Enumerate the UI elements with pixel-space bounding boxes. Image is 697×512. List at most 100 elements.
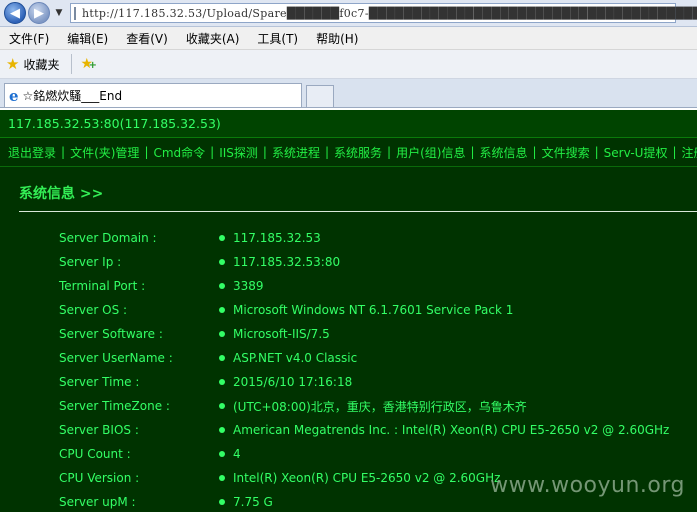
favorites-button[interactable]: 收藏夹 — [23, 56, 59, 73]
nav-services[interactable]: 系统服务 — [334, 144, 382, 161]
row-label: Server UserName : — [59, 351, 173, 365]
row-label: Server Software : — [59, 327, 163, 341]
menu-view[interactable]: 查看(V) — [117, 30, 177, 47]
bullet-icon — [219, 259, 225, 265]
row-value: ASP.NET v4.0 Classic — [233, 351, 358, 365]
nav-links: 退出登录 | 文件(夹)管理 | Cmd命令 | IIS探测 | 系统进程 | 系统服务 |… — [0, 138, 697, 167]
row-value: Microsoft Windows NT 6.1.7601 Service Pa… — [233, 303, 514, 317]
row-label: Server Time : — [59, 375, 140, 389]
nav-separator: | — [594, 145, 599, 159]
nav-separator: | — [144, 145, 149, 159]
bullet-icon — [219, 283, 225, 289]
back-button[interactable]: ◀ — [4, 2, 26, 24]
bullet-icon — [219, 499, 225, 505]
nav-separator: | — [210, 145, 215, 159]
browser-window: ◀ ▶ ▼ http://117.185.32.53/Upload/Spare█… — [0, 0, 697, 512]
page-icon — [74, 6, 76, 20]
bullet-icon — [219, 379, 225, 385]
favorites-bar: ★ 收藏夹 ★ — [0, 50, 697, 79]
bullet-icon — [219, 355, 225, 361]
favorites-star-icon[interactable]: ★ — [6, 55, 19, 73]
row-label: CPU Count : — [59, 447, 131, 461]
host-header: 117.185.32.53:80(117.185.32.53) — [0, 110, 697, 138]
url-text: http://117.185.32.53/Upload/Spare██████f… — [82, 6, 697, 20]
row-label: Terminal Port : — [59, 279, 146, 293]
nav-separator: | — [470, 145, 475, 159]
nav-separator: | — [387, 145, 392, 159]
table-row: Server Ip : 117.185.32.53:80 — [0, 250, 697, 274]
nav-file-search[interactable]: 文件搜索 — [542, 144, 590, 161]
row-value: 117.185.32.53:80 — [233, 255, 341, 269]
bullet-icon — [219, 235, 225, 241]
menu-favorites[interactable]: 收藏夹(A) — [177, 30, 249, 47]
section-title: 系统信息 >> — [19, 186, 104, 202]
nav-servu[interactable]: Serv-U提权 — [604, 144, 668, 161]
nav-system-info[interactable]: 系统信息 — [480, 144, 528, 161]
nav-separator: | — [324, 145, 330, 159]
table-row: Terminal Port : 3389 — [0, 274, 697, 298]
bullet-icon — [219, 451, 225, 457]
row-label: Server OS : — [59, 303, 128, 317]
bullet-icon — [219, 475, 225, 481]
tab-title: ☆銘燃炊騷___End — [22, 89, 123, 103]
nav-separator: | — [262, 145, 267, 159]
nav-logout[interactable]: 退出登录 — [8, 144, 56, 161]
add-favorite-icon[interactable]: ★ — [80, 56, 96, 72]
info-table: Server Domain : 117.185.32.53 Server Ip … — [0, 226, 697, 512]
table-row: Server Domain : 117.185.32.53 — [0, 226, 697, 250]
nav-iis-probe[interactable]: IIS探测 — [219, 144, 258, 161]
forward-button[interactable]: ▶ — [28, 2, 50, 24]
row-label: Server upM : — [59, 495, 136, 509]
row-value: 4 — [233, 447, 241, 461]
tab-strip: e ☆銘燃炊騷___End — [0, 79, 697, 108]
row-value: Intel(R) Xeon(R) CPU E5-2650 v2 @ 2.60GH… — [233, 471, 501, 485]
nav-users[interactable]: 用户(组)信息 — [396, 144, 465, 161]
tab-active[interactable]: e ☆銘燃炊騷___End — [4, 83, 302, 107]
bullet-icon — [219, 427, 225, 433]
nav-separator: | — [532, 145, 537, 159]
table-row: Server Time : 2015/6/10 17:16:18 — [0, 370, 697, 394]
menu-edit[interactable]: 编辑(E) — [58, 30, 117, 47]
nav-separator: | — [61, 145, 66, 159]
menu-help[interactable]: 帮助(H) — [307, 30, 367, 47]
row-label: Server Domain : — [59, 231, 157, 245]
row-value: 7.75 G — [233, 495, 273, 509]
row-value: 117.185.32.53 — [233, 231, 321, 245]
nav-processes[interactable]: 系统进程 — [272, 144, 320, 161]
row-value: Microsoft-IIS/7.5 — [233, 327, 330, 341]
row-value: 3389 — [233, 279, 264, 293]
menu-file[interactable]: 文件(F) — [0, 30, 58, 47]
table-row: Server Software : Microsoft-IIS/7.5 — [0, 322, 697, 346]
nav-file-manager[interactable]: 文件(夹)管理 — [70, 144, 139, 161]
table-row: Server OS : Microsoft Windows NT 6.1.760… — [0, 298, 697, 322]
row-value: American Megatrends Inc. : Intel(R) Xeon… — [233, 423, 670, 437]
table-row: Server BIOS : American Megatrends Inc. :… — [0, 418, 697, 442]
history-dropdown-icon[interactable]: ▼ — [52, 8, 66, 18]
bullet-icon — [219, 307, 225, 313]
row-label: Server Ip : — [59, 255, 122, 269]
table-row: Server UserName : ASP.NET v4.0 Classic — [0, 346, 697, 370]
table-row: CPU Count : 4 — [0, 442, 697, 466]
favorites-separator — [71, 54, 73, 74]
row-label: CPU Version : — [59, 471, 140, 485]
menu-tools[interactable]: 工具(T) — [248, 30, 307, 47]
new-tab-button[interactable] — [306, 85, 334, 107]
row-label: Server TimeZone : — [59, 399, 170, 413]
row-label: Server BIOS : — [59, 423, 139, 437]
row-value: (UTC+08:00)北京，重庆，香港特别行政区，乌鲁木齐 — [233, 399, 527, 414]
section-divider — [19, 211, 697, 212]
nav-registry[interactable]: 注册表 — [682, 144, 697, 161]
row-value: 2015/6/10 17:16:18 — [233, 375, 353, 389]
ie-icon: e — [9, 86, 19, 105]
menu-bar: 文件(F) 编辑(E) 查看(V) 收藏夹(A) 工具(T) 帮助(H) — [0, 27, 697, 50]
nav-separator: | — [672, 145, 677, 159]
address-bar: ◀ ▶ ▼ http://117.185.32.53/Upload/Spare█… — [0, 0, 697, 27]
host-text: 117.185.32.53:80(117.185.32.53) — [8, 116, 221, 131]
watermark: www.wooyun.org — [490, 473, 685, 498]
url-input[interactable]: http://117.185.32.53/Upload/Spare██████f… — [70, 3, 697, 23]
bullet-icon — [219, 331, 225, 337]
page-content: 117.185.32.53:80(117.185.32.53) 退出登录 | 文件… — [0, 110, 697, 512]
bullet-icon — [219, 403, 225, 409]
nav-cmd[interactable]: Cmd命令 — [153, 144, 205, 161]
table-row: Server TimeZone : (UTC+08:00)北京，重庆，香港特别行… — [0, 394, 697, 418]
